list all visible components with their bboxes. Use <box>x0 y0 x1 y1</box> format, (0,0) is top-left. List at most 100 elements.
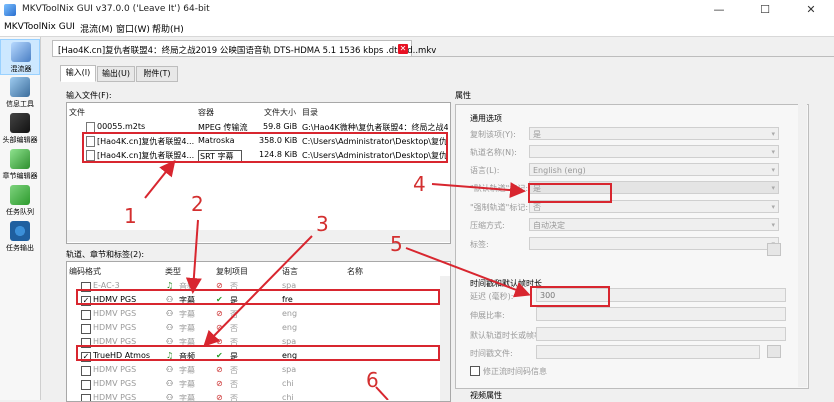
track-language: chi <box>282 379 294 388</box>
col-codec[interactable]: 编码格式 <box>69 266 101 277</box>
sidebar-item-job-queue[interactable]: 任务队列 <box>0 183 40 219</box>
col-name[interactable]: 名称 <box>347 266 363 277</box>
track-language: chi <box>282 393 294 402</box>
property-label: 压缩方式: <box>470 221 505 230</box>
tracks-list[interactable]: 编码格式 类型 复制项目 语言 名称 E-AC-3 ♫ 音频 ⊘ 否 spa ✓ HDMV P… <box>66 261 451 402</box>
subtitle-icon: ⚇ <box>166 379 174 388</box>
minimize-button[interactable]: — <box>696 0 742 20</box>
tab-attachments[interactable]: 附件(T) <box>136 66 178 82</box>
job-output-icon <box>10 221 30 241</box>
menu-mkvtoolnix[interactable]: MKVToolNix GUI <box>4 22 75 32</box>
annotation-2: 2 <box>191 192 204 216</box>
sidebar-item-chapter-editor[interactable]: 章节编辑器 <box>0 147 40 183</box>
browse-timestamp-button[interactable] <box>767 345 781 358</box>
highlight-track-pgs <box>76 289 440 305</box>
sidebar-item-mux[interactable]: 混流器 <box>0 39 40 75</box>
menu-help[interactable]: 帮助(H) <box>152 22 184 35</box>
timing-input[interactable] <box>536 327 786 341</box>
sidebar-item-job-output[interactable]: 任务输出 <box>0 219 40 255</box>
col-size[interactable]: 文件大小 <box>264 107 296 118</box>
window-title: MKVToolNix GUI v37.0.0 ('Leave It') 64-b… <box>22 4 210 14</box>
highlight-default-flag <box>528 183 612 203</box>
track-type: 字幕 <box>179 324 195 333</box>
property-value: 自动决定 <box>533 221 565 230</box>
track-checkbox[interactable] <box>81 310 91 320</box>
properties-scrollbar[interactable] <box>798 104 807 387</box>
property-combo[interactable]: English (eng) ▾ <box>529 163 779 176</box>
track-codec: HDMV PGS <box>93 309 137 318</box>
track-copy: 否 <box>230 324 238 333</box>
property-label: "默认轨道"标记: <box>470 184 529 193</box>
col-dir[interactable]: 目录 <box>302 107 318 118</box>
video-properties-title: 视频属性 <box>470 391 502 400</box>
tracks-label: 轨道、章节和标签(2): <box>66 250 145 259</box>
track-type: 字幕 <box>179 394 195 402</box>
highlight-delay <box>530 286 610 307</box>
close-window-button[interactable]: ✕ <box>788 0 834 20</box>
property-combo[interactable]: ▾ <box>529 145 779 158</box>
header-editor-icon <box>10 113 30 133</box>
tab-output[interactable]: 输出(U) <box>97 66 135 82</box>
file-tab[interactable]: [Hao4K.cn]复仇者联盟4：终局之战2019 公映国语音轨 DTS-HDM… <box>52 40 436 57</box>
col-container[interactable]: 容器 <box>198 107 214 118</box>
highlight-input-files <box>82 132 448 163</box>
track-codec: HDMV PGS <box>93 365 137 374</box>
track-checkbox[interactable] <box>81 324 91 334</box>
title-bar: MKVToolNix GUI v37.0.0 ('Leave It') 64-b… <box>0 0 834 21</box>
track-checkbox[interactable] <box>81 380 91 390</box>
timing-input[interactable] <box>536 307 786 321</box>
fix-timestamps-checkbox[interactable] <box>470 366 480 376</box>
sidebar-item-label: 章节编辑器 <box>2 172 38 180</box>
cross-icon: ⊘ <box>216 365 223 374</box>
menu-bar: MKVToolNix GUI 混流(M) 窗口(W) 帮助(H) <box>0 20 834 37</box>
track-type: 字幕 <box>179 366 195 375</box>
track-checkbox[interactable] <box>81 366 91 376</box>
property-combo[interactable]: ▾ <box>529 237 779 250</box>
col-language[interactable]: 语言 <box>282 266 298 277</box>
subtitle-icon: ⚇ <box>166 309 174 318</box>
track-copy: 否 <box>230 310 238 319</box>
sidebar-item-label: 头部编辑器 <box>2 136 38 144</box>
col-copy[interactable]: 复制项目 <box>216 266 248 277</box>
chevron-down-icon: ▾ <box>771 148 775 156</box>
menu-window[interactable]: 窗口(W) <box>116 22 150 35</box>
timing-label: 时间戳文件: <box>470 349 513 358</box>
track-copy: 否 <box>230 380 238 389</box>
track-checkbox[interactable] <box>81 394 91 401</box>
property-value: 否 <box>533 203 541 212</box>
timing-input[interactable] <box>536 345 760 359</box>
vertical-scrollbar[interactable] <box>440 276 450 401</box>
property-combo[interactable]: 是 ▾ <box>529 127 779 140</box>
sidebar: 混流器 信息工具 头部编辑器 章节编辑器 任务队列 任务输出 <box>0 37 41 400</box>
col-file[interactable]: 文件 <box>69 107 85 118</box>
timing-label: 伸展比率: <box>470 311 505 320</box>
maximize-button[interactable]: ☐ <box>742 0 788 20</box>
chapter-editor-icon <box>10 149 30 169</box>
subtitle-icon: ⚇ <box>166 323 174 332</box>
chevron-down-icon: ▾ <box>771 130 775 138</box>
cross-icon: ⊘ <box>216 379 223 388</box>
highlight-track-truehd <box>76 345 440 361</box>
info-icon <box>10 77 30 97</box>
track-codec: HDMV PGS <box>93 393 137 402</box>
job-queue-icon <box>10 185 30 205</box>
property-label: 轨道名称(N): <box>470 148 517 157</box>
file-name: 00055.m2ts <box>97 122 146 131</box>
property-combo[interactable]: 自动决定 ▾ <box>529 218 779 231</box>
tab-input[interactable]: 输入(I) <box>60 65 96 82</box>
property-value: English (eng) <box>533 166 586 175</box>
track-language: eng <box>282 323 298 332</box>
property-label: 复制该项(Y): <box>470 130 516 139</box>
menu-mux[interactable]: 混流(M) <box>80 22 113 35</box>
input-files-label: 输入文件(F): <box>66 91 112 100</box>
mux-icon <box>11 42 31 62</box>
browse-tags-button[interactable] <box>767 243 781 256</box>
close-tab-icon[interactable]: ✕ <box>398 44 408 54</box>
track-copy: 否 <box>230 394 238 402</box>
file-size: 59.8 GiB <box>263 122 298 131</box>
sidebar-item-header-editor[interactable]: 头部编辑器 <box>0 111 40 147</box>
sidebar-item-info[interactable]: 信息工具 <box>0 75 40 111</box>
col-type[interactable]: 类型 <box>165 266 181 277</box>
chevron-down-icon: ▾ <box>771 221 775 229</box>
general-options-title: 通用选项 <box>470 114 502 123</box>
